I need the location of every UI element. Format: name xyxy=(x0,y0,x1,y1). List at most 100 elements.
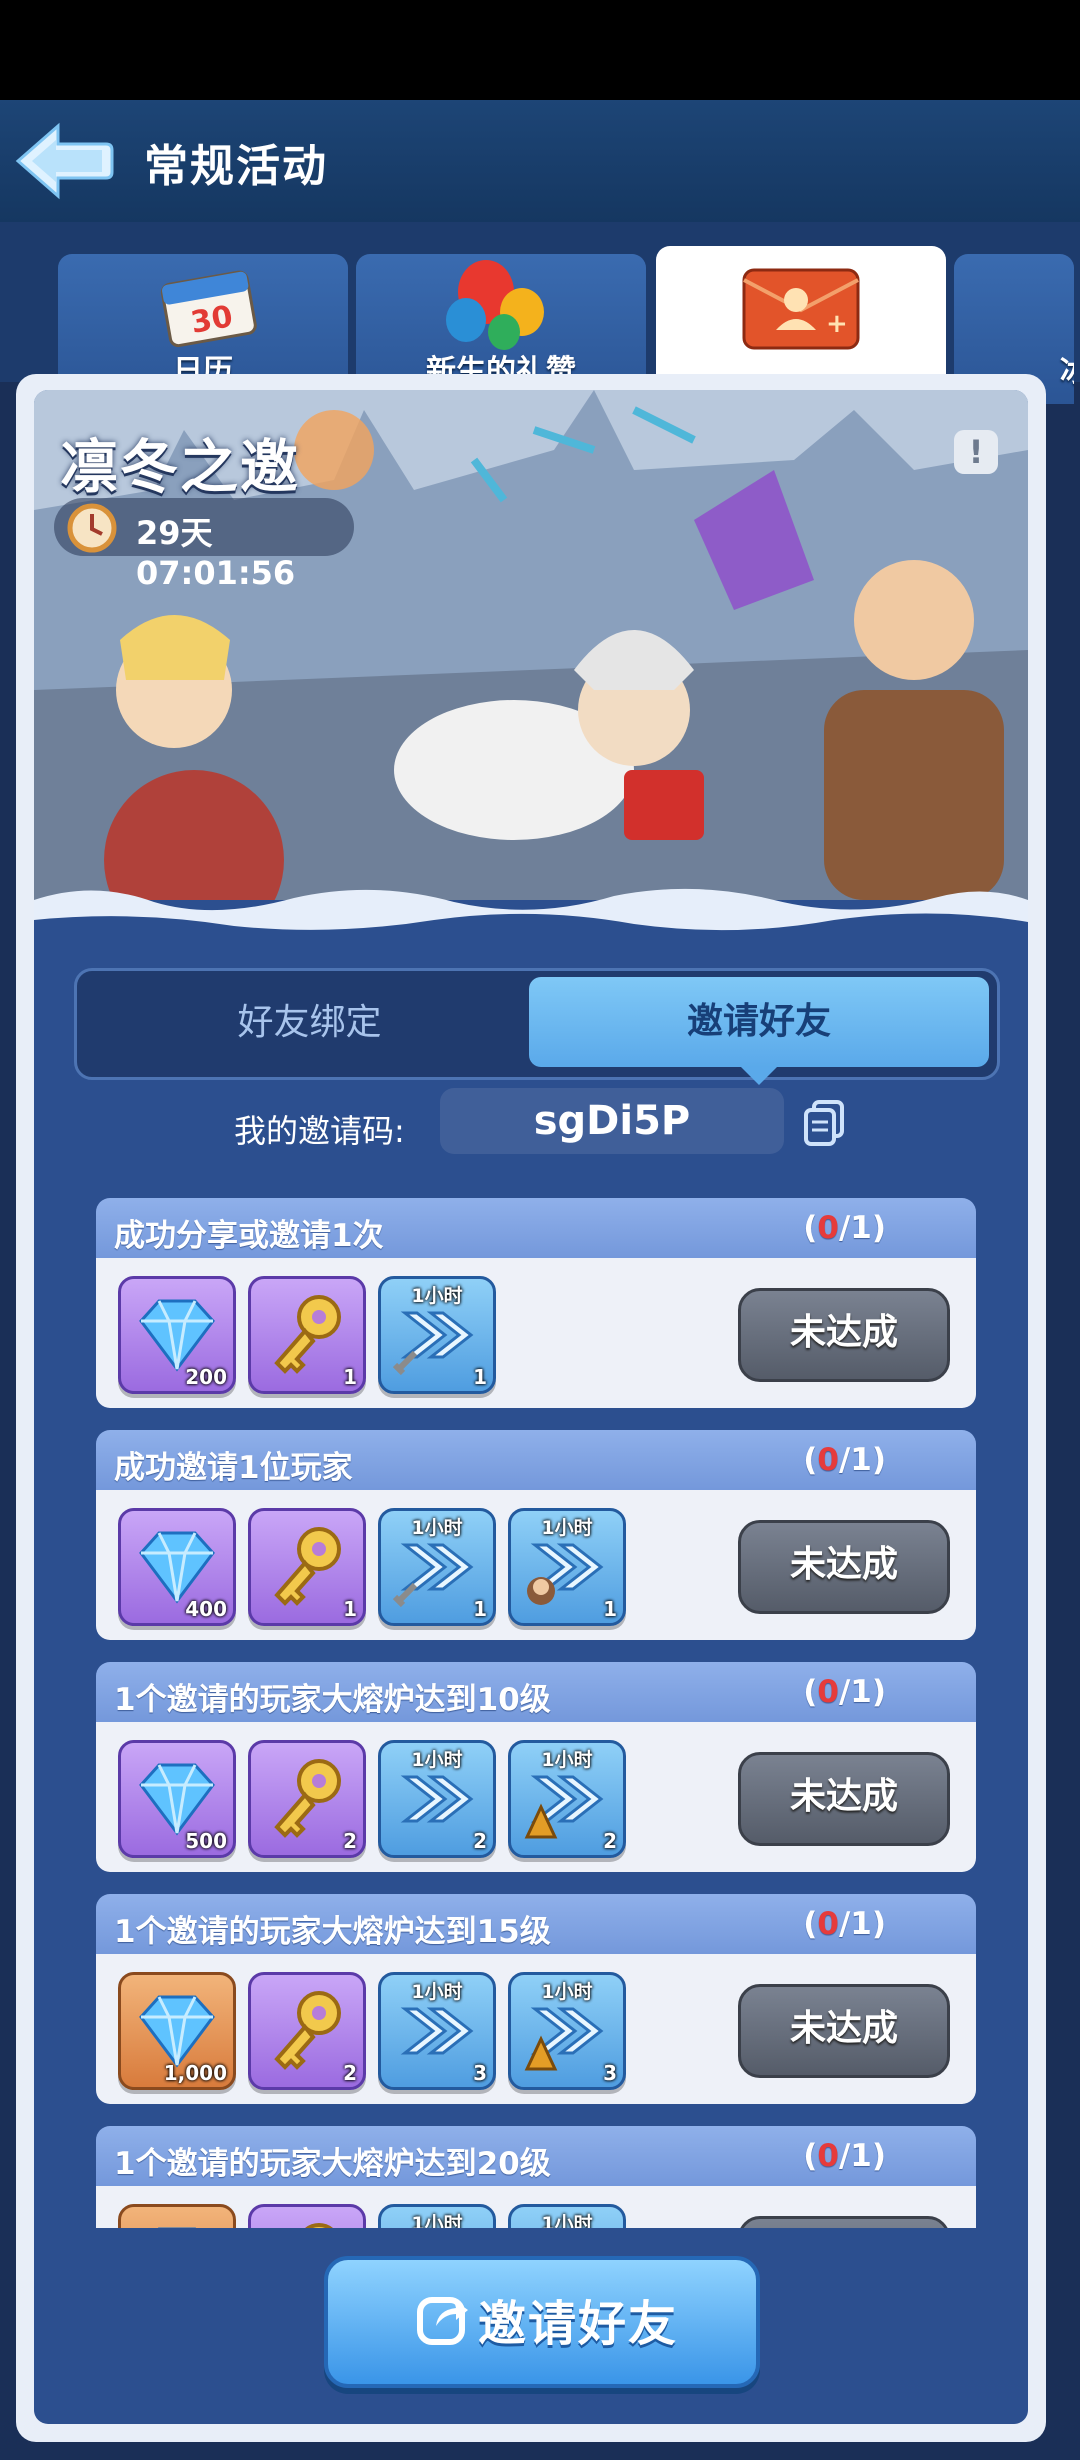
reward-count: 1 xyxy=(603,1597,617,1621)
invite-mode-switch: 好友绑定 邀请好友 xyxy=(74,968,1000,1085)
task-status-button[interactable]: 未达成 xyxy=(738,1520,950,1614)
reward-item[interactable]: 1小时 3 xyxy=(508,1972,626,2090)
reward-item[interactable]: 1小时 2 xyxy=(508,1740,626,1858)
reward-count: 3 xyxy=(603,2061,617,2085)
progress-total: /1) xyxy=(838,2138,886,2174)
progress-current: 0 xyxy=(817,1674,839,1710)
reward-item[interactable]: 2 xyxy=(248,1972,366,2090)
reward-duration: 1小时 xyxy=(541,2213,593,2228)
key-icon xyxy=(305,2223,333,2228)
tab-invite-friend[interactable]: 邀请好友 xyxy=(529,977,989,1085)
reward-count: 1,000 xyxy=(163,2061,227,2085)
svg-text:+: + xyxy=(826,309,848,339)
reward-duration: 1小时 xyxy=(411,1749,463,1771)
task-status-button[interactable]: 未达成 xyxy=(738,2216,950,2228)
task-card: 1个邀请的玩家大熔炉达到10级 (0/1) 500 2 1小时 2 1小时 2 未达成 xyxy=(96,1662,976,1872)
progress-open: ( xyxy=(803,1674,818,1710)
info-button[interactable]: ! xyxy=(954,430,998,474)
calendar-number: 30 xyxy=(188,299,235,341)
task-list[interactable]: 成功分享或邀请1次 (0/1) 200 1 1小时 1 未达成 成功邀请1位玩家 (0/1) 40… xyxy=(96,1198,976,2228)
reward-duration: 1小时 xyxy=(541,1981,593,2003)
task-progress: (0/1) xyxy=(803,1210,886,1246)
progress-open: ( xyxy=(803,1210,818,1246)
event-title: 凛冬之邀 xyxy=(60,433,301,501)
task-card: 成功邀请1位玩家 (0/1) 400 1 1小时 1 1小时 1 未达成 xyxy=(96,1430,976,1640)
reward-item[interactable]: 2 xyxy=(248,1740,366,1858)
event-timer: 29天 07:01:56 xyxy=(54,498,354,592)
reward-item[interactable]: 1 xyxy=(248,1508,366,1626)
back-arrow-icon[interactable] xyxy=(14,120,114,202)
reward-duration: 1小时 xyxy=(411,1517,463,1539)
progress-open: ( xyxy=(803,1906,818,1942)
task-header: 1个邀请的玩家大熔炉达到15级 (0/1) xyxy=(96,1894,976,1954)
progress-current: 0 xyxy=(817,1442,839,1478)
reward-count: 2 xyxy=(473,1829,487,1853)
task-card: 成功分享或邀请1次 (0/1) 200 1 1小时 1 未达成 xyxy=(96,1198,976,1408)
reward-item[interactable]: 1小时 1 xyxy=(378,1508,496,1626)
task-title: 成功邀请1位玩家 xyxy=(114,1450,353,1486)
reward-count: 1 xyxy=(343,1365,357,1389)
progress-current: 0 xyxy=(817,1906,839,1942)
balloons-icon xyxy=(446,260,544,350)
reward-count: 1 xyxy=(343,1597,357,1621)
snow-divider xyxy=(34,888,1028,940)
progress-total: /1) xyxy=(838,1906,886,1942)
reward-item[interactable]: 1,000 xyxy=(118,1972,236,2090)
copy-icon[interactable] xyxy=(800,1098,848,1146)
tab-invite-friend-label: 邀请好友 xyxy=(686,1001,831,1042)
reward-item[interactable]: 500 xyxy=(118,1740,236,1858)
progress-total: /1) xyxy=(838,1442,886,1478)
task-status-button[interactable]: 未达成 xyxy=(738,1752,950,1846)
reward-item[interactable]: 1小时 1 xyxy=(378,1276,496,1394)
progress-current: 0 xyxy=(817,2138,839,2174)
invite-friends-button[interactable]: 邀请好友 xyxy=(324,2256,760,2388)
calendar-icon: 30 xyxy=(160,270,257,348)
event-banner: 凛冬之邀 29天 07:01:56 ! xyxy=(34,390,1028,900)
reward-item[interactable] xyxy=(118,2204,236,2228)
diamond-icon xyxy=(157,2227,197,2228)
reward-count: 1 xyxy=(473,1365,487,1389)
task-progress: (0/1) xyxy=(803,2138,886,2174)
reward-duration: 1小时 xyxy=(541,1517,593,1539)
page-title: 常规活动 xyxy=(144,141,328,192)
reward-item[interactable]: 1小时 3 xyxy=(378,1972,496,2090)
task-status-button[interactable]: 未达成 xyxy=(738,1984,950,2078)
reward-count: 3 xyxy=(473,2061,487,2085)
reward-item[interactable]: 200 xyxy=(118,1276,236,1394)
progress-open: ( xyxy=(803,2138,818,2174)
reward-count: 500 xyxy=(185,1829,227,1853)
reward-item[interactable]: 1小时 xyxy=(378,2204,496,2228)
task-progress: (0/1) xyxy=(803,1674,886,1710)
share-icon xyxy=(417,2297,468,2345)
reward-count: 1 xyxy=(473,1597,487,1621)
task-title: 1个邀请的玩家大熔炉达到20级 xyxy=(114,2146,551,2182)
task-rewards: 1,000 2 1小时 3 1小时 3 未达成 xyxy=(96,1954,976,2104)
reward-count: 200 xyxy=(185,1365,227,1389)
task-title: 成功分享或邀请1次 xyxy=(114,1218,384,1254)
reward-item[interactable]: 1小时 xyxy=(508,2204,626,2228)
task-rewards: 400 1 1小时 1 1小时 1 未达成 xyxy=(96,1490,976,1640)
reward-item[interactable]: 1小时 2 xyxy=(378,1740,496,1858)
invite-friends-button-label: 邀请好友 xyxy=(478,2296,679,2352)
timer-text: 29天 07:01:56 xyxy=(136,514,296,592)
task-status-button[interactable]: 未达成 xyxy=(738,1288,950,1382)
tab-friend-binding[interactable]: 好友绑定 xyxy=(87,981,532,1065)
task-progress: (0/1) xyxy=(803,1906,886,1942)
reward-count: 2 xyxy=(343,2061,357,2085)
task-header: 成功分享或邀请1次 (0/1) xyxy=(96,1198,976,1258)
activity-tabs: 30 日历 新生的礼赞 + 冰 xyxy=(0,222,1080,406)
progress-total: /1) xyxy=(838,1210,886,1246)
task-rewards: 1小时 1小时 未达成 xyxy=(96,2186,976,2228)
reward-item[interactable]: 400 xyxy=(118,1508,236,1626)
invite-code-value: sgDi5P xyxy=(440,1088,784,1154)
reward-item[interactable]: 1小时 1 xyxy=(508,1508,626,1626)
task-title: 1个邀请的玩家大熔炉达到10级 xyxy=(114,1682,551,1718)
event-panel-inner: 凛冬之邀 29天 07:01:56 ! 好友绑定 邀请好友 我的邀请码: sgD… xyxy=(34,390,1028,2424)
top-bar: 常规活动 xyxy=(0,100,1080,224)
task-title: 1个邀请的玩家大熔炉达到15级 xyxy=(114,1914,551,1950)
reward-duration: 1小时 xyxy=(541,1749,593,1771)
invite-code-label: 我的邀请码: xyxy=(234,1112,405,1150)
task-header: 成功邀请1位玩家 (0/1) xyxy=(96,1430,976,1490)
reward-item[interactable] xyxy=(248,2204,366,2228)
reward-item[interactable]: 1 xyxy=(248,1276,366,1394)
